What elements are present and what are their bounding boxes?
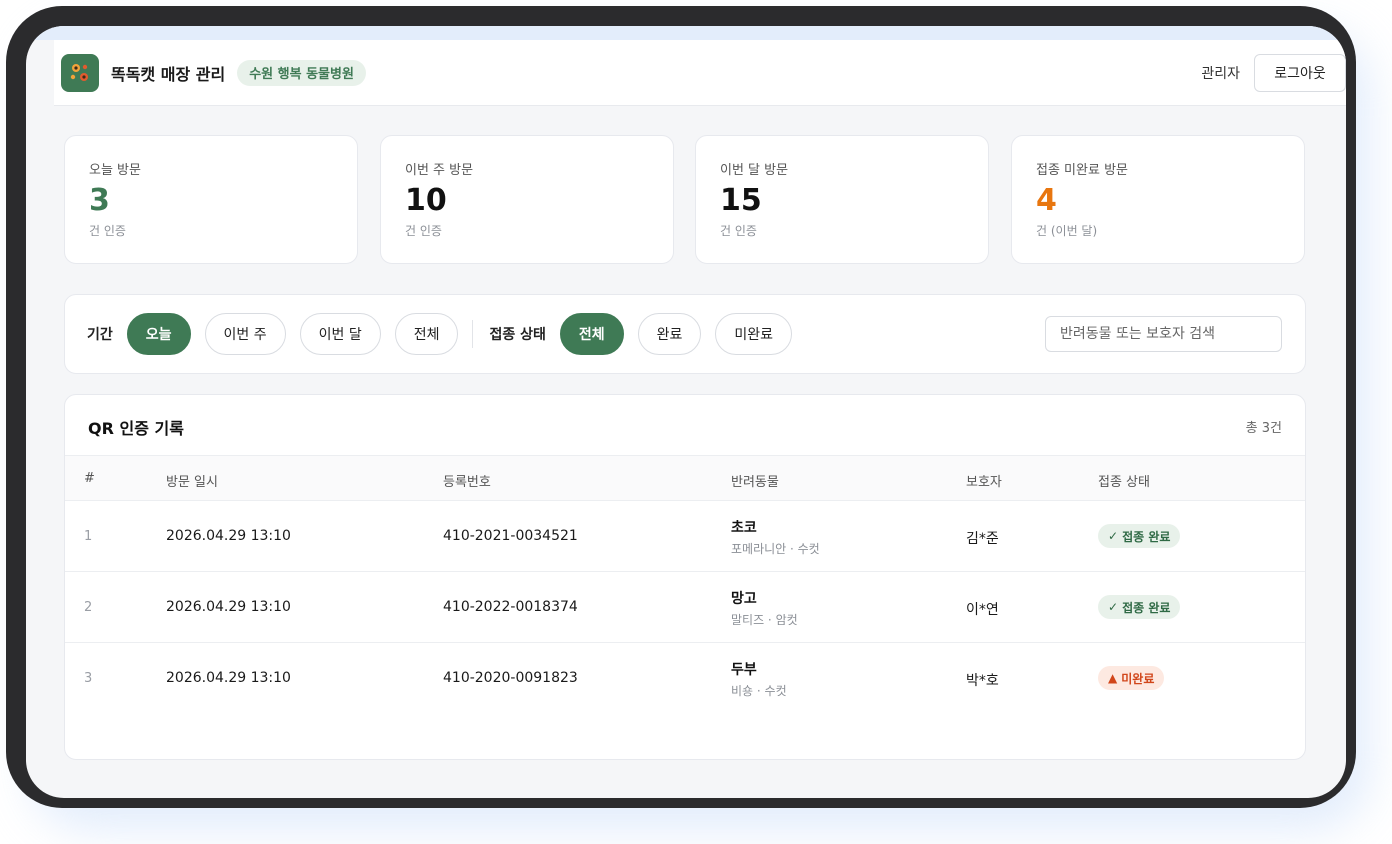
column-header: 반려동물 [731, 475, 779, 490]
row-index: 1 [84, 529, 93, 544]
status-filter-label: 접종 상태 [489, 327, 546, 343]
stat-label: 이번 주 방문 [405, 163, 474, 178]
status-chip-all[interactable]: 전체 [559, 313, 624, 355]
pet-cell: 두부 비숑 · 수컷 [731, 659, 787, 699]
pet-cell: 망고 말티즈 · 암컷 [731, 588, 798, 628]
admin-label: 관리자 [1201, 65, 1240, 82]
pet-cell: 초코 포메라니안 · 수컷 [731, 517, 820, 557]
brand-title: 똑독캣 매장 관리 [111, 64, 226, 84]
column-header: 방문 일시 [166, 475, 218, 490]
pet-name: 두부 [731, 662, 757, 678]
status-chip-pending[interactable]: 미완료 [715, 313, 793, 355]
qr-records-card: QR 인증 기록 총 3건 # 방문 일시 등록번호 반려동물 보호자 접종 상… [64, 394, 1306, 760]
owner-name: 이*연 [966, 602, 999, 618]
search-input[interactable] [1045, 316, 1282, 352]
status-text: 접종 완료 [1122, 529, 1171, 544]
visit-datetime: 2026.04.29 13:10 [166, 599, 291, 615]
card-title: QR 인증 기록 [88, 419, 184, 438]
status-chip-done[interactable]: 완료 [637, 313, 702, 355]
stat-value: 10 [405, 183, 447, 218]
check-icon: ✓ [1108, 600, 1119, 614]
stat-card-unvaccinated: 접종 미완료 방문 4 건 (이번 달) [1011, 135, 1305, 264]
device-frame: 똑독캣 매장 관리 수원 행복 동물병원 관리자 로그아웃 오늘 방문 3 건 … [6, 6, 1356, 808]
status-badge: ✓ 접종 완료 [1098, 595, 1181, 619]
pet-info: 포메라니안 · 수컷 [731, 542, 820, 556]
table-row[interactable]: 3 2026.04.29 13:10 410-2020-0091823 두부 비… [65, 643, 1305, 714]
stat-value: 4 [1036, 183, 1057, 218]
status-badge: ▲ 미완료 [1098, 666, 1165, 690]
column-header: 접종 상태 [1098, 475, 1150, 490]
header-actions: 관리자 로그아웃 [1201, 53, 1346, 92]
period-chip-all[interactable]: 전체 [394, 313, 459, 355]
filter-bar: 기간 오늘 이번 주 이번 달 전체 접종 상태 전체 완료 미완료 [64, 294, 1306, 374]
stat-card-month: 이번 달 방문 15 건 인증 [695, 135, 989, 264]
stat-label: 오늘 방문 [89, 163, 141, 178]
pet-name: 망고 [731, 591, 757, 607]
stat-card-today: 오늘 방문 3 건 인증 [64, 135, 358, 264]
check-icon: ✓ [1108, 529, 1119, 543]
column-header: 등록번호 [443, 475, 491, 490]
column-header: 보호자 [966, 475, 1002, 490]
period-chip-month[interactable]: 이번 달 [299, 313, 381, 355]
stat-sub: 건 인증 [720, 224, 757, 238]
stat-label: 접종 미완료 방문 [1036, 163, 1128, 178]
visit-datetime: 2026.04.29 13:10 [166, 528, 291, 544]
stat-label: 이번 달 방문 [720, 163, 789, 178]
row-index: 2 [84, 600, 93, 615]
stat-value: 15 [720, 183, 762, 218]
owner-name: 김*준 [966, 531, 999, 547]
app-screen: 똑독캣 매장 관리 수원 행복 동물병원 관리자 로그아웃 오늘 방문 3 건 … [26, 26, 1346, 798]
status-badge: ✓ 접종 완료 [1098, 524, 1181, 548]
registration-number: 410-2020-0091823 [443, 670, 578, 686]
pet-info: 비숑 · 수컷 [731, 684, 787, 698]
visit-datetime: 2026.04.29 13:10 [166, 670, 291, 686]
app-header: 똑독캣 매장 관리 수원 행복 동물병원 관리자 로그아웃 [54, 40, 1346, 106]
pet-name: 초코 [731, 520, 757, 536]
paw-logo-icon [61, 53, 99, 92]
row-index: 3 [84, 671, 93, 686]
record-count: 총 3건 [1245, 421, 1282, 436]
logout-button[interactable]: 로그아웃 [1254, 53, 1346, 92]
registration-number: 410-2021-0034521 [443, 528, 578, 544]
pet-info: 말티즈 · 암컷 [731, 613, 798, 627]
table-header: # 방문 일시 등록번호 반려동물 보호자 접종 상태 [65, 455, 1305, 501]
status-text: 접종 완료 [1122, 600, 1171, 615]
status-text: 미완료 [1121, 671, 1155, 686]
stat-sub: 건 인증 [89, 224, 126, 238]
period-chip-today[interactable]: 오늘 [126, 313, 191, 355]
stat-value: 3 [89, 183, 110, 218]
column-header: # [84, 471, 95, 486]
period-filter-label: 기간 [87, 327, 113, 343]
owner-name: 박*호 [966, 673, 999, 689]
registration-number: 410-2022-0018374 [443, 599, 578, 615]
stat-sub: 건 인증 [405, 224, 442, 238]
clinic-badge: 수원 행복 동물병원 [237, 59, 366, 86]
stat-card-week: 이번 주 방문 10 건 인증 [380, 135, 674, 264]
filter-divider [472, 320, 474, 348]
table-row[interactable]: 1 2026.04.29 13:10 410-2021-0034521 초코 포… [65, 501, 1305, 572]
stat-sub: 건 (이번 달) [1036, 224, 1098, 238]
warning-icon: ▲ [1108, 671, 1118, 685]
table-row[interactable]: 2 2026.04.29 13:10 410-2022-0018374 망고 말… [65, 572, 1305, 643]
period-chip-week[interactable]: 이번 주 [204, 313, 286, 355]
